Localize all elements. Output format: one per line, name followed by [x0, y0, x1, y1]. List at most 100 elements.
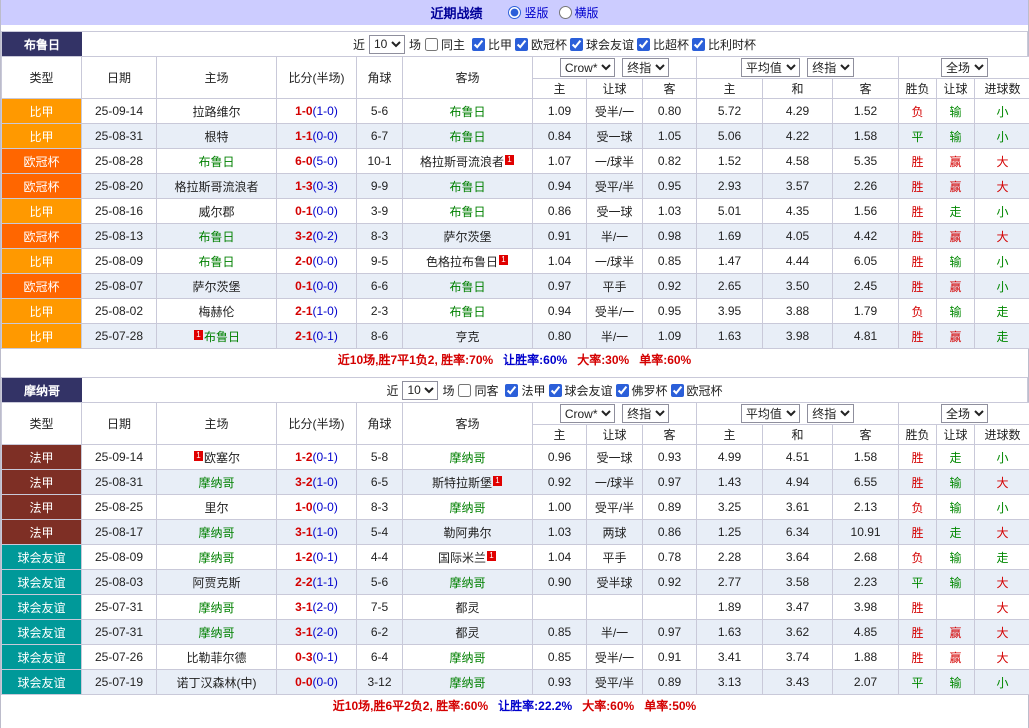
odds-source-select[interactable]: Crow* — [560, 58, 615, 77]
layout-radio[interactable] — [559, 6, 572, 19]
team-name-link[interactable]: 里尔 — [204, 501, 228, 515]
team-name-link[interactable]: 格拉斯哥流浪者 — [420, 155, 504, 169]
league-checkbox[interactable] — [616, 384, 629, 397]
avg-select[interactable]: 平均值 — [741, 58, 800, 77]
team-name-link[interactable]: 布鲁日 — [449, 205, 485, 219]
team-name-link[interactable]: 比勒菲尔德 — [186, 651, 246, 665]
corners-cell: 3-12 — [357, 670, 403, 695]
league-filter-1[interactable]: 球会友谊 — [549, 382, 613, 399]
league-checkbox[interactable] — [515, 38, 528, 51]
team-name-link[interactable]: 布鲁日 — [204, 330, 240, 344]
same-venue-checkbox[interactable] — [425, 38, 438, 51]
layout-option-0[interactable]: 竖版 — [508, 4, 548, 21]
team-name-link[interactable]: 勒阿弗尔 — [443, 526, 491, 540]
team-name-link[interactable]: 诺丁汉森林(中) — [177, 676, 257, 690]
avg-type-select[interactable]: 终指 — [807, 404, 854, 423]
league-checkbox[interactable] — [549, 384, 562, 397]
league-filter-0[interactable]: 比甲 — [472, 36, 512, 53]
team-name-link[interactable]: 根特 — [204, 130, 228, 144]
team-name-link[interactable]: 都灵 — [455, 626, 479, 640]
team-name-link[interactable]: 都灵 — [455, 601, 479, 615]
odds-type-select[interactable]: 终指 — [622, 58, 669, 77]
team-name-link[interactable]: 摩纳哥 — [198, 601, 234, 615]
team-name-link[interactable]: 斯特拉斯堡 — [432, 476, 492, 490]
odds-source-select[interactable]: Crow* — [560, 404, 615, 423]
filter-bar: 近 10 场 同主 比甲欧冠杯球会友谊比超杯比利时杯 — [82, 32, 1027, 56]
league-filter-0[interactable]: 法甲 — [505, 382, 545, 399]
team-name-link[interactable]: 布鲁日 — [198, 230, 234, 244]
league-filter-3[interactable]: 欧冠杯 — [671, 382, 723, 399]
team-name-link[interactable]: 摩纳哥 — [449, 451, 485, 465]
team-name-link[interactable]: 摩纳哥 — [449, 651, 485, 665]
avg-type-select[interactable]: 终指 — [807, 58, 854, 77]
team-name-link[interactable]: 威尔郡 — [198, 205, 234, 219]
league-checkbox[interactable] — [505, 384, 518, 397]
league-checkbox[interactable] — [472, 38, 485, 51]
team-name-link[interactable]: 摩纳哥 — [198, 626, 234, 640]
league-filter-2[interactable]: 球会友谊 — [570, 36, 634, 53]
league-filter-4[interactable]: 比利时杯 — [692, 36, 756, 53]
match-count-select[interactable]: 10 — [369, 35, 405, 54]
team-name-link[interactable]: 萨尔茨堡 — [192, 280, 240, 294]
team-name-link[interactable]: 阿贾克斯 — [192, 576, 240, 590]
team-name-link[interactable]: 格拉斯哥流浪者 — [174, 180, 258, 194]
odds-cell-2: 0.80 — [643, 99, 697, 124]
league-type-cell: 欧冠杯 — [2, 224, 82, 249]
team-name-link[interactable]: 布鲁日 — [449, 180, 485, 194]
team-name-link[interactable]: 亨克 — [455, 330, 479, 344]
filter-prefix: 近 — [353, 36, 365, 53]
team-name-link[interactable]: 布鲁日 — [449, 305, 485, 319]
league-filter-2[interactable]: 佛罗杯 — [616, 382, 668, 399]
team-name-link[interactable]: 布鲁日 — [449, 130, 485, 144]
team-name-link[interactable]: 拉路维尔 — [192, 105, 240, 119]
team-name-link[interactable]: 萨尔茨堡 — [443, 230, 491, 244]
avg-cell-2: 1.58 — [833, 124, 899, 149]
league-checkbox[interactable] — [671, 384, 684, 397]
team-name-link[interactable]: 摩纳哥 — [198, 476, 234, 490]
team-name-link[interactable]: 欧塞尔 — [204, 451, 240, 465]
result-cell: 胜 — [899, 199, 937, 224]
layout-option-1[interactable]: 横版 — [559, 4, 599, 21]
odds-cell-1: 受半/一 — [587, 299, 643, 324]
league-filter-1[interactable]: 欧冠杯 — [515, 36, 567, 53]
match-row: 球会友谊25-07-31摩纳哥3-1(2-0)7-5都灵1.893.473.98… — [2, 595, 1029, 620]
summary-segment: 让胜率:60% — [503, 353, 567, 367]
team-name-link[interactable]: 国际米兰 — [438, 551, 486, 565]
league-checkbox[interactable] — [692, 38, 705, 51]
team-name-link[interactable]: 布鲁日 — [198, 255, 234, 269]
layout-radio[interactable] — [508, 6, 521, 19]
team-name-link[interactable]: 摩纳哥 — [449, 576, 485, 590]
avg-select[interactable]: 平均值 — [741, 404, 800, 423]
same-venue-filter[interactable]: 同客 — [458, 382, 498, 399]
scope-select[interactable]: 全场 — [941, 58, 988, 77]
same-venue-filter[interactable]: 同主 — [425, 36, 465, 53]
team-name-link[interactable]: 摩纳哥 — [198, 526, 234, 540]
avg-cell-0: 5.01 — [697, 199, 763, 224]
team-name-link[interactable]: 色格拉布鲁日 — [426, 255, 498, 269]
team-name-link[interactable]: 布鲁日 — [198, 155, 234, 169]
summary-segment: 近10场,胜7平1负2, 胜率:70% — [338, 353, 493, 367]
team-name-link[interactable]: 摩纳哥 — [449, 501, 485, 515]
full-score: 0-1 — [295, 279, 312, 293]
league-checkbox-label: 欧冠杯 — [531, 36, 567, 53]
avg-cell-2: 6.05 — [833, 249, 899, 274]
same-venue-checkbox[interactable] — [458, 384, 471, 397]
result-cell: 胜 — [899, 174, 937, 199]
team-name-link[interactable]: 布鲁日 — [449, 105, 485, 119]
score-cell: 2-1(0-1) — [277, 324, 357, 349]
league-filter-3[interactable]: 比超杯 — [637, 36, 689, 53]
team-name-link[interactable]: 摩纳哥 — [198, 551, 234, 565]
odds-type-select[interactable]: 终指 — [622, 404, 669, 423]
odds-cell-1: 受半/一 — [587, 645, 643, 670]
away-team-cell: 斯特拉斯堡1 — [403, 470, 533, 495]
team-name-link[interactable]: 梅赫伦 — [198, 305, 234, 319]
league-checkbox[interactable] — [570, 38, 583, 51]
league-checkbox[interactable] — [637, 38, 650, 51]
handicap-result-cell: 输 — [937, 299, 975, 324]
team-name-link[interactable]: 布鲁日 — [449, 280, 485, 294]
scope-select[interactable]: 全场 — [941, 404, 988, 423]
team-name-link[interactable]: 摩纳哥 — [449, 676, 485, 690]
match-count-select[interactable]: 10 — [402, 381, 438, 400]
avg-cell-0: 1.63 — [697, 324, 763, 349]
col-handicap-result: 让球 — [937, 79, 975, 99]
